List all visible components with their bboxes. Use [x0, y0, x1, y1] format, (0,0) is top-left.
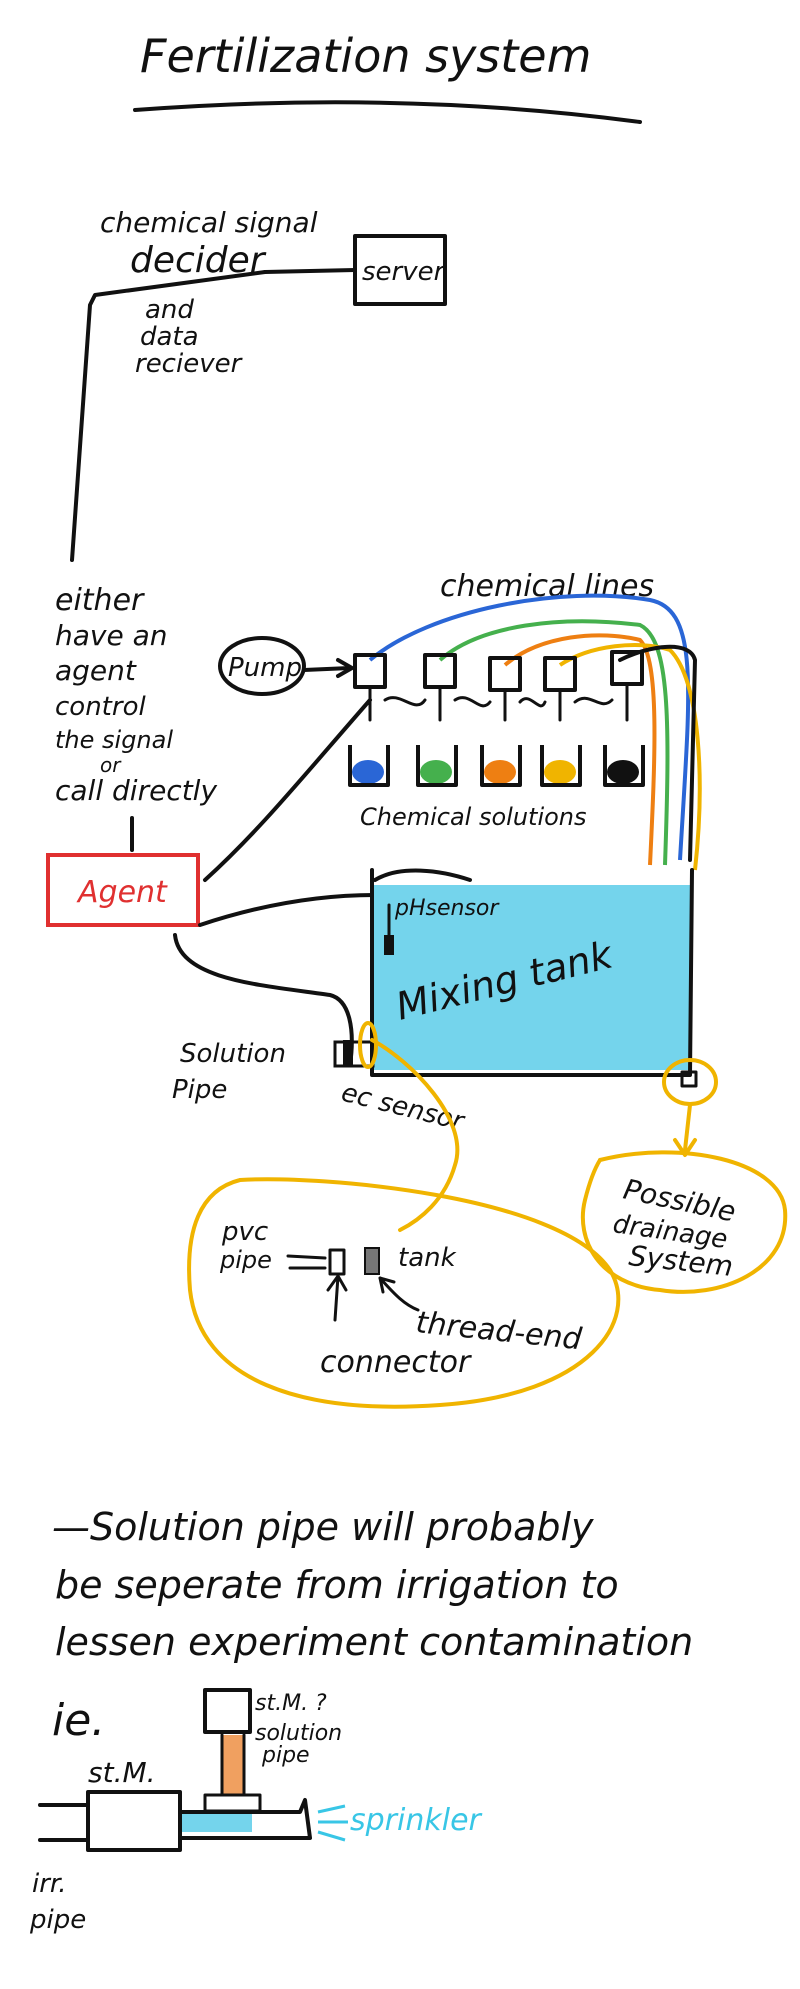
svg-text:the signal: the signal — [55, 726, 173, 754]
svg-text:either: either — [55, 583, 145, 618]
svg-text:have an: have an — [55, 619, 168, 652]
connector-arrow — [326, 1274, 348, 1322]
st-m-box — [86, 1790, 182, 1852]
page-title: Fertilization system — [140, 29, 591, 83]
note-line-3: lessen experiment contamination — [55, 1620, 693, 1664]
pump-arrow — [302, 666, 352, 672]
mixing-tank-rim — [373, 868, 472, 882]
svg-text:control: control — [55, 692, 146, 722]
agent-to-ph-line — [198, 893, 377, 927]
upper-st-m-label: st.M. ? — [255, 1691, 327, 1716]
chemical-solutions-label: Chemical solutions — [360, 803, 587, 831]
decider-label-3: and — [145, 295, 194, 325]
decider-label-4: data — [140, 322, 199, 352]
ec-sensor-label: ec sensor — [338, 1078, 469, 1138]
decider-label-1: chemical signal — [100, 206, 318, 239]
sprinkler-spray — [317, 1804, 348, 1842]
server-connector-line — [263, 268, 357, 274]
solution-beaker — [540, 745, 582, 787]
connector-part — [328, 1248, 346, 1276]
ec-sensor — [343, 1040, 353, 1066]
pump-label: Pump — [228, 653, 302, 683]
pump-units — [353, 650, 644, 722]
solution-pipe-small — [222, 1735, 244, 1795]
note-line-2: be seperate from irrigation to — [55, 1563, 619, 1607]
irr-pipe-lines — [38, 1803, 90, 1842]
solution-beaker — [416, 745, 458, 787]
svg-text:call directly: call directly — [55, 774, 217, 807]
sprinkler-label: sprinkler — [350, 1803, 483, 1838]
svg-text:agent: agent — [55, 654, 137, 687]
pipe-t-joint — [203, 1793, 262, 1813]
solution-beaker — [480, 745, 522, 787]
solution-pipe — [333, 1040, 375, 1068]
connector-label: connector — [320, 1345, 472, 1380]
solution-pipe-small-label-2: pipe — [261, 1743, 310, 1768]
decider-label-5: reciever — [135, 349, 244, 379]
title-underline — [133, 100, 642, 124]
upper-st-m-box — [203, 1688, 252, 1734]
agent-label: Agent — [76, 875, 168, 910]
solution-beaker — [348, 745, 390, 787]
server-label: server — [362, 257, 447, 287]
pvc-pipe-label-2: pipe — [219, 1246, 272, 1274]
agent-to-pump-line — [203, 698, 372, 882]
solution-beaker — [603, 745, 645, 787]
ph-sensor — [384, 935, 394, 955]
tank-label: tank — [398, 1243, 457, 1273]
thread-end-part — [364, 1247, 380, 1275]
drain-callout-line — [683, 1103, 692, 1152]
solution-pipe-label-1: Solution — [180, 1039, 286, 1069]
agent-note: either have an agent control the signal … — [55, 583, 217, 807]
solution-pipe-label-2: Pipe — [172, 1075, 227, 1105]
ph-sensor-label: pHsensor — [394, 896, 500, 921]
pvc-pipe-label-1: pvc — [221, 1217, 268, 1247]
ie-label: ie. — [52, 1695, 105, 1746]
fertilization-diagram: Fertilization system chemical signal dec… — [29, 29, 788, 1935]
pvc-pipe-lines — [286, 1254, 327, 1270]
chemical-solution-beakers — [348, 745, 645, 787]
st-m-label: st.M. — [88, 1756, 156, 1789]
thread-end-arrow — [378, 1276, 420, 1312]
irr-pipe-label-1: irr. — [32, 1869, 66, 1899]
irr-pipe-label-2: pipe — [29, 1905, 86, 1935]
note-line-1: —Solution pipe will probably — [52, 1505, 594, 1549]
